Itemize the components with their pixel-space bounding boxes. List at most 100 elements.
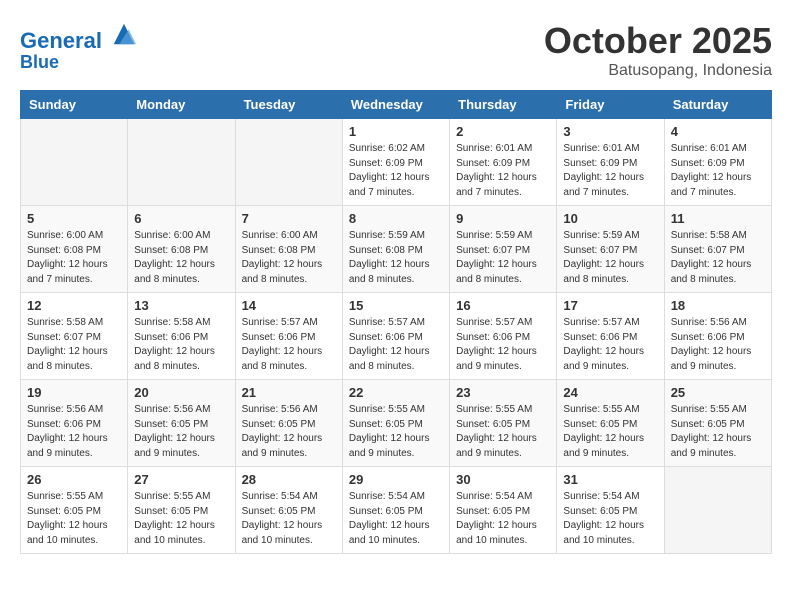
day-number: 19 — [27, 385, 121, 400]
calendar-table: SundayMondayTuesdayWednesdayThursdayFrid… — [20, 90, 772, 554]
day-info: Sunrise: 5:55 AM Sunset: 6:05 PM Dayligh… — [456, 403, 550, 461]
weekday-header: Thursday — [450, 91, 557, 119]
day-info: Sunrise: 6:01 AM Sunset: 6:09 PM Dayligh… — [671, 142, 765, 200]
day-number: 28 — [242, 472, 336, 487]
calendar-body: 1 Sunrise: 6:02 AM Sunset: 6:09 PM Daylig… — [21, 119, 772, 554]
day-number: 26 — [27, 472, 121, 487]
calendar-day: 21 Sunrise: 5:56 AM Sunset: 6:05 PM Dayli… — [235, 380, 342, 467]
calendar-day — [21, 119, 128, 206]
day-number: 12 — [27, 298, 121, 313]
calendar-day: 23 Sunrise: 5:55 AM Sunset: 6:05 PM Dayli… — [450, 380, 557, 467]
day-number: 22 — [349, 385, 443, 400]
calendar-week: 26 Sunrise: 5:55 AM Sunset: 6:05 PM Dayli… — [21, 467, 772, 554]
weekday-header: Saturday — [664, 91, 771, 119]
day-number: 11 — [671, 211, 765, 226]
day-number: 29 — [349, 472, 443, 487]
calendar-day: 19Sunrise: 5:56 AM Sunset: 6:06 PM Dayli… — [21, 380, 128, 467]
calendar-day: 10Sunrise: 5:59 AM Sunset: 6:07 PM Dayli… — [557, 206, 664, 293]
calendar-day: 17Sunrise: 5:57 AM Sunset: 6:06 PM Dayli… — [557, 293, 664, 380]
day-info: Sunrise: 5:55 AM Sunset: 6:05 PM Dayligh… — [134, 490, 228, 548]
day-number: 23 — [456, 385, 550, 400]
day-info: Sunrise: 5:57 AM Sunset: 6:06 PM Dayligh… — [349, 316, 443, 374]
calendar-day: 7 Sunrise: 6:00 AM Sunset: 6:08 PM Daylig… — [235, 206, 342, 293]
calendar-day — [235, 119, 342, 206]
calendar-day: 31 Sunrise: 5:54 AM Sunset: 6:05 PM Dayli… — [557, 467, 664, 554]
day-info: Sunrise: 5:57 AM Sunset: 6:06 PM Dayligh… — [242, 316, 336, 374]
calendar-header: SundayMondayTuesdayWednesdayThursdayFrid… — [21, 91, 772, 119]
month-title: October 2025 — [544, 20, 772, 62]
logo-icon — [110, 20, 138, 48]
calendar-week: 5 Sunrise: 6:00 AM Sunset: 6:08 PM Daylig… — [21, 206, 772, 293]
day-info: Sunrise: 5:55 AM Sunset: 6:05 PM Dayligh… — [563, 403, 657, 461]
calendar-day: 16 Sunrise: 5:57 AM Sunset: 6:06 PM Dayli… — [450, 293, 557, 380]
day-info: Sunrise: 6:01 AM Sunset: 6:09 PM Dayligh… — [456, 142, 550, 200]
day-number: 5 — [27, 211, 121, 226]
day-info: Sunrise: 5:54 AM Sunset: 6:05 PM Dayligh… — [349, 490, 443, 548]
calendar-day: 8Sunrise: 5:59 AM Sunset: 6:08 PM Daylig… — [342, 206, 449, 293]
calendar-day: 3 Sunrise: 6:01 AM Sunset: 6:09 PM Daylig… — [557, 119, 664, 206]
weekday-header: Sunday — [21, 91, 128, 119]
weekday-header: Monday — [128, 91, 235, 119]
day-number: 18 — [671, 298, 765, 313]
day-number: 6 — [134, 211, 228, 226]
logo-blue: Blue — [20, 53, 138, 73]
calendar-day: 1 Sunrise: 6:02 AM Sunset: 6:09 PM Daylig… — [342, 119, 449, 206]
calendar-day: 12Sunrise: 5:58 AM Sunset: 6:07 PM Dayli… — [21, 293, 128, 380]
location: Batusopang, Indonesia — [544, 62, 772, 80]
day-info: Sunrise: 5:54 AM Sunset: 6:05 PM Dayligh… — [456, 490, 550, 548]
calendar-day: 20 Sunrise: 5:56 AM Sunset: 6:05 PM Dayli… — [128, 380, 235, 467]
day-number: 14 — [242, 298, 336, 313]
day-number: 9 — [456, 211, 550, 226]
day-number: 7 — [242, 211, 336, 226]
day-number: 3 — [563, 124, 657, 139]
day-number: 21 — [242, 385, 336, 400]
day-info: Sunrise: 5:55 AM Sunset: 6:05 PM Dayligh… — [27, 490, 121, 548]
calendar-day: 26 Sunrise: 5:55 AM Sunset: 6:05 PM Dayli… — [21, 467, 128, 554]
weekday-row: SundayMondayTuesdayWednesdayThursdayFrid… — [21, 91, 772, 119]
day-info: Sunrise: 6:00 AM Sunset: 6:08 PM Dayligh… — [27, 229, 121, 287]
calendar-week: 12Sunrise: 5:58 AM Sunset: 6:07 PM Dayli… — [21, 293, 772, 380]
day-info: Sunrise: 5:56 AM Sunset: 6:05 PM Dayligh… — [242, 403, 336, 461]
calendar-day: 18 Sunrise: 5:56 AM Sunset: 6:06 PM Dayli… — [664, 293, 771, 380]
day-info: Sunrise: 5:57 AM Sunset: 6:06 PM Dayligh… — [456, 316, 550, 374]
calendar-day: 5 Sunrise: 6:00 AM Sunset: 6:08 PM Daylig… — [21, 206, 128, 293]
day-number: 4 — [671, 124, 765, 139]
day-number: 31 — [563, 472, 657, 487]
day-number: 10 — [563, 211, 657, 226]
calendar-week: 19Sunrise: 5:56 AM Sunset: 6:06 PM Dayli… — [21, 380, 772, 467]
day-info: Sunrise: 5:56 AM Sunset: 6:06 PM Dayligh… — [671, 316, 765, 374]
day-info: Sunrise: 5:58 AM Sunset: 6:07 PM Dayligh… — [671, 229, 765, 287]
calendar-day — [128, 119, 235, 206]
day-number: 16 — [456, 298, 550, 313]
weekday-header: Friday — [557, 91, 664, 119]
day-number: 24 — [563, 385, 657, 400]
day-info: Sunrise: 6:00 AM Sunset: 6:08 PM Dayligh… — [134, 229, 228, 287]
day-info: Sunrise: 5:57 AM Sunset: 6:06 PM Dayligh… — [563, 316, 657, 374]
day-info: Sunrise: 5:54 AM Sunset: 6:05 PM Dayligh… — [563, 490, 657, 548]
calendar-day: 2 Sunrise: 6:01 AM Sunset: 6:09 PM Daylig… — [450, 119, 557, 206]
day-number: 20 — [134, 385, 228, 400]
weekday-header: Wednesday — [342, 91, 449, 119]
day-number: 2 — [456, 124, 550, 139]
day-info: Sunrise: 5:56 AM Sunset: 6:05 PM Dayligh… — [134, 403, 228, 461]
day-info: Sunrise: 5:55 AM Sunset: 6:05 PM Dayligh… — [349, 403, 443, 461]
day-number: 30 — [456, 472, 550, 487]
day-number: 15 — [349, 298, 443, 313]
calendar-day: 11 Sunrise: 5:58 AM Sunset: 6:07 PM Dayli… — [664, 206, 771, 293]
calendar-day — [664, 467, 771, 554]
day-number: 27 — [134, 472, 228, 487]
day-info: Sunrise: 6:02 AM Sunset: 6:09 PM Dayligh… — [349, 142, 443, 200]
calendar-day: 29 Sunrise: 5:54 AM Sunset: 6:05 PM Dayli… — [342, 467, 449, 554]
weekday-header: Tuesday — [235, 91, 342, 119]
day-info: Sunrise: 6:01 AM Sunset: 6:09 PM Dayligh… — [563, 142, 657, 200]
calendar-day: 14 Sunrise: 5:57 AM Sunset: 6:06 PM Dayli… — [235, 293, 342, 380]
day-number: 25 — [671, 385, 765, 400]
day-info: Sunrise: 5:59 AM Sunset: 6:07 PM Dayligh… — [456, 229, 550, 287]
calendar-day: 4 Sunrise: 6:01 AM Sunset: 6:09 PM Daylig… — [664, 119, 771, 206]
calendar-day: 25Sunrise: 5:55 AM Sunset: 6:05 PM Dayli… — [664, 380, 771, 467]
day-info: Sunrise: 6:00 AM Sunset: 6:08 PM Dayligh… — [242, 229, 336, 287]
day-number: 1 — [349, 124, 443, 139]
calendar-day: 27 Sunrise: 5:55 AM Sunset: 6:05 PM Dayli… — [128, 467, 235, 554]
calendar-day: 6 Sunrise: 6:00 AM Sunset: 6:08 PM Daylig… — [128, 206, 235, 293]
calendar-day: 30 Sunrise: 5:54 AM Sunset: 6:05 PM Dayli… — [450, 467, 557, 554]
